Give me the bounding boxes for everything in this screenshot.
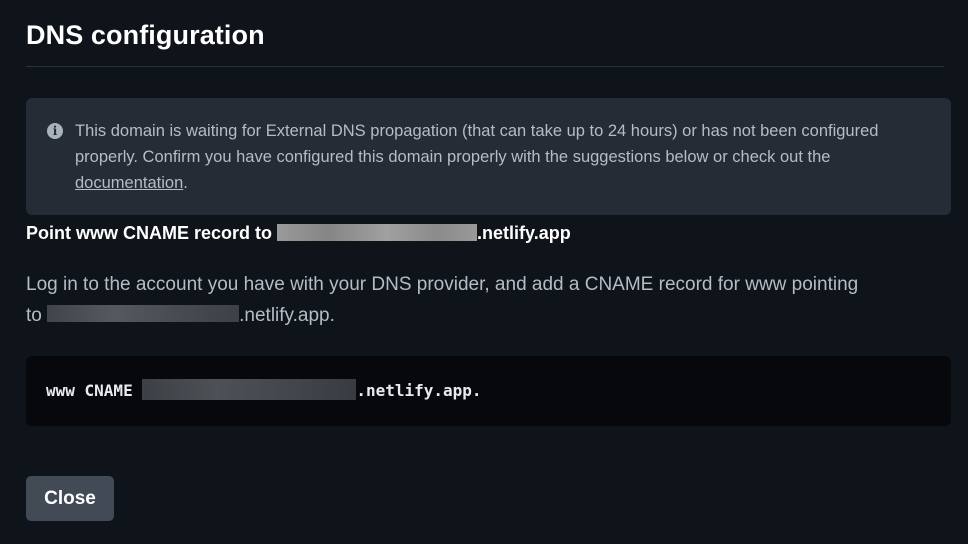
cname-record-heading: Point www CNAME record to .netlify.app — [26, 222, 571, 244]
documentation-link[interactable]: documentation — [75, 174, 183, 192]
close-button[interactable]: Close — [26, 476, 114, 521]
redacted-site-name — [47, 305, 240, 323]
dialog-title: DNS configuration — [26, 20, 265, 50]
redacted-site-name — [277, 223, 478, 241]
cname-instructions: Log in to the account you have with your… — [26, 269, 876, 331]
heading-prefix: Point www CNAME record to — [26, 223, 278, 243]
notice-text: This domain is waiting for External DNS … — [75, 118, 935, 196]
propagation-notice: i This domain is waiting for External DN… — [26, 98, 951, 215]
notice-suffix: . — [183, 174, 188, 192]
code-suffix: .netlify.app. — [356, 381, 482, 400]
redacted-site-name — [142, 379, 357, 400]
code-prefix: www CNAME — [46, 381, 143, 400]
info-icon: i — [47, 123, 63, 139]
title-divider — [26, 66, 944, 67]
dns-record-code-block[interactable]: www CNAME .netlify.app. — [26, 356, 951, 426]
dns-record-code: www CNAME .netlify.app. — [46, 379, 482, 402]
heading-suffix: .netlify.app — [477, 223, 571, 243]
instructions-suffix: .netlify.app. — [239, 305, 335, 326]
dns-configuration-dialog: DNS configuration i This domain is waiti… — [0, 0, 968, 544]
notice-message: This domain is waiting for External DNS … — [75, 122, 879, 166]
